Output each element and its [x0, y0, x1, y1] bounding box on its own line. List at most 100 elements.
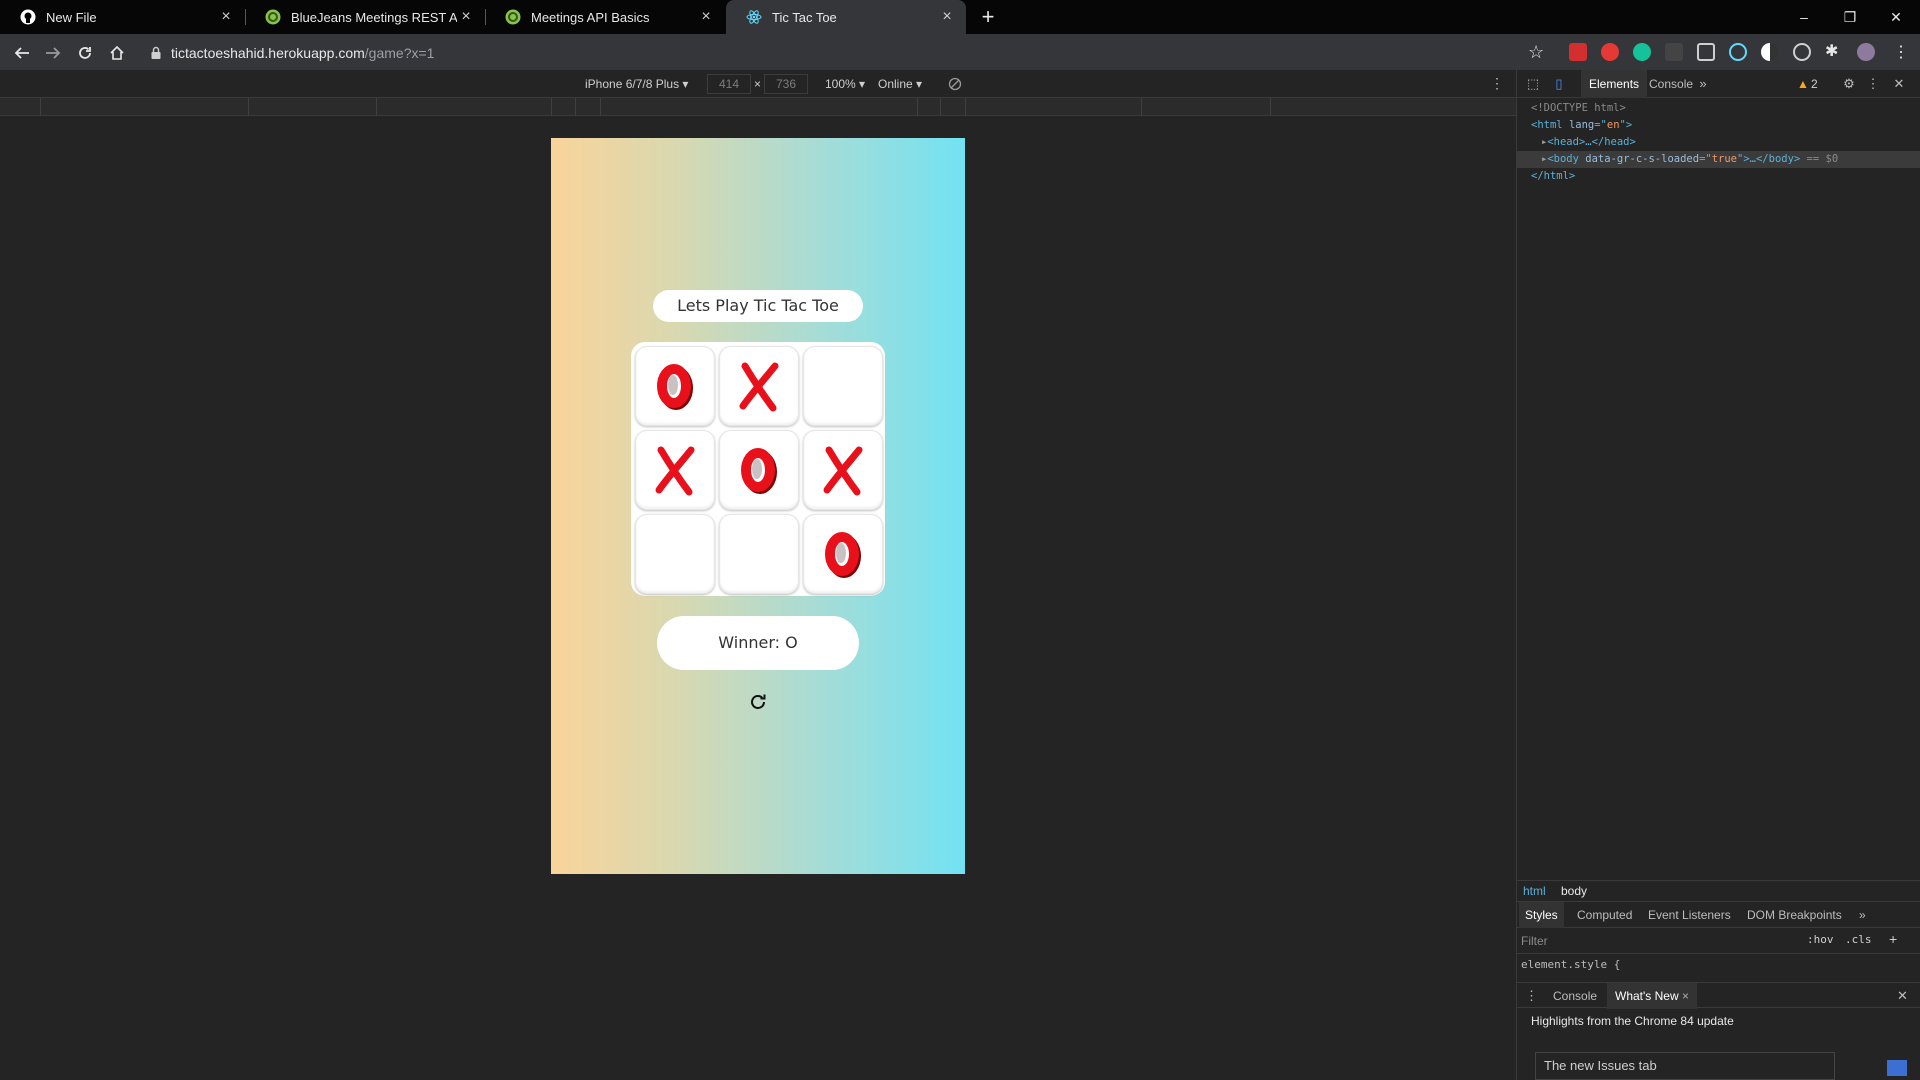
- device-height-input[interactable]: 736: [764, 74, 808, 94]
- extension-lastpass-icon[interactable]: [1569, 43, 1587, 61]
- tab-elements[interactable]: Elements: [1581, 70, 1648, 98]
- device-mode-icon[interactable]: ▯: [1551, 76, 1567, 92]
- minimize-button[interactable]: –: [1781, 0, 1827, 34]
- styles-tabbar: Styles Computed Event Listeners DOM Brea…: [1517, 902, 1920, 928]
- dom-node-html-close[interactable]: </html>: [1517, 168, 1920, 185]
- drawer-menu-icon[interactable]: ⋮: [1525, 988, 1538, 1004]
- breadcrumb-body[interactable]: body: [1561, 884, 1587, 898]
- device-width-input[interactable]: 414: [707, 74, 751, 94]
- tab-meetings-api[interactable]: Meetings API Basics ×: [485, 0, 725, 34]
- tab-new-file[interactable]: New File ×: [0, 0, 245, 34]
- drawer-tab-label: What's New: [1615, 989, 1679, 1003]
- arrow-right-icon: [46, 47, 61, 59]
- whats-new-heading: Highlights from the Chrome 84 update: [1531, 1014, 1734, 1028]
- back-button[interactable]: [10, 41, 34, 65]
- extension-record-icon[interactable]: [1601, 43, 1619, 61]
- inspect-element-icon[interactable]: ⬚: [1525, 76, 1541, 92]
- url-path: /game?x=1: [364, 44, 435, 61]
- tab-title: Meetings API Basics: [531, 9, 650, 25]
- board-cell[interactable]: [803, 430, 883, 510]
- styles-filter-row: :hov .cls +: [1517, 928, 1920, 954]
- x-mark-icon: [823, 446, 863, 496]
- home-button[interactable]: [105, 41, 129, 65]
- board-cell[interactable]: [719, 346, 799, 426]
- new-style-rule-button[interactable]: +: [1889, 931, 1897, 947]
- dom-node-head[interactable]: ▸<head>…</head>: [1517, 134, 1920, 151]
- tab-title: BlueJeans Meetings REST API's: [291, 9, 457, 25]
- extensions-puzzle-icon[interactable]: ✱: [1825, 41, 1838, 61]
- lock-icon: [151, 46, 161, 59]
- tab-close-button[interactable]: ×: [697, 8, 715, 26]
- drawer-tab-whats-new[interactable]: What's New ×: [1607, 983, 1697, 1009]
- avatar[interactable]: [1857, 43, 1875, 61]
- o-mark-icon: [741, 448, 777, 494]
- cls-toggle[interactable]: .cls: [1845, 933, 1872, 946]
- board-cell[interactable]: [635, 430, 715, 510]
- element-style-rule[interactable]: element.style {: [1521, 958, 1620, 971]
- devtools-menu-icon[interactable]: ⋮: [1865, 76, 1881, 92]
- extension-grammarly-icon[interactable]: [1633, 43, 1651, 61]
- board-cell[interactable]: [635, 514, 715, 594]
- extension-react-devtools-icon[interactable]: [1729, 43, 1747, 61]
- styles-filter-input[interactable]: [1521, 931, 1801, 951]
- extension-target-icon[interactable]: [1793, 43, 1811, 61]
- tab-close-button[interactable]: ×: [457, 8, 475, 26]
- close-window-button[interactable]: ✕: [1873, 0, 1919, 34]
- o-mark-icon: [657, 364, 693, 410]
- breadcrumb-html[interactable]: html: [1523, 884, 1546, 898]
- board-cell[interactable]: [635, 346, 715, 426]
- devtools-panel: ⬚ ▯ Elements Console » ▲ 2 ⚙ ⋮ ✕ <!DOCTY…: [1516, 70, 1920, 1080]
- reload-button[interactable]: [73, 41, 97, 65]
- more-style-tabs-icon[interactable]: »: [1853, 902, 1872, 928]
- dom-node-doctype[interactable]: <!DOCTYPE html>: [1517, 100, 1920, 117]
- new-tab-button[interactable]: +: [975, 4, 1001, 30]
- reload-icon: [79, 47, 91, 59]
- rotate-icon[interactable]: [948, 77, 962, 91]
- warning-icon[interactable]: ▲: [1797, 77, 1809, 91]
- tab-close-button[interactable]: ×: [938, 8, 956, 26]
- hov-toggle[interactable]: :hov: [1807, 933, 1834, 946]
- tab-event-listeners[interactable]: Event Listeners: [1642, 902, 1737, 928]
- close-devtools-icon[interactable]: ✕: [1891, 76, 1907, 92]
- bookmark-star-icon[interactable]: ☆: [1528, 42, 1544, 63]
- card-thumbnail: [1887, 1060, 1907, 1076]
- tab-title: Tic Tac Toe: [772, 9, 837, 25]
- home-icon: [110, 45, 124, 60]
- close-tab-icon[interactable]: ×: [1682, 989, 1689, 1003]
- extension-code-icon[interactable]: [1665, 43, 1683, 61]
- device-select[interactable]: iPhone 6/7/8 Plus ▾: [585, 77, 688, 91]
- tab-computed[interactable]: Computed: [1571, 902, 1638, 928]
- url-host: tictactoeshahid.herokuapp.com: [171, 44, 365, 61]
- x-mark-icon: [739, 362, 779, 412]
- dom-node-html[interactable]: <html lang="en">: [1517, 117, 1920, 134]
- tab-tic-tac-toe[interactable]: Tic Tac Toe ×: [726, 0, 966, 34]
- maximize-button[interactable]: ❐: [1827, 0, 1873, 34]
- tab-dom-breakpoints[interactable]: DOM Breakpoints: [1741, 902, 1848, 928]
- restart-icon[interactable]: [747, 691, 769, 713]
- zoom-select[interactable]: 100% ▾: [825, 77, 865, 91]
- tab-console[interactable]: Console: [1641, 70, 1701, 98]
- whats-new-card[interactable]: The new Issues tab: [1535, 1052, 1835, 1080]
- forward-button[interactable]: [41, 41, 65, 65]
- page-title: Lets Play Tic Tac Toe: [653, 290, 863, 322]
- board-cell[interactable]: [803, 346, 883, 426]
- drawer-tab-console[interactable]: Console: [1545, 983, 1605, 1009]
- more-tabs-icon[interactable]: »: [1695, 76, 1711, 92]
- board-cell[interactable]: [719, 430, 799, 510]
- tab-close-button[interactable]: ×: [217, 8, 235, 26]
- settings-gear-icon[interactable]: ⚙: [1841, 76, 1857, 92]
- chrome-menu-icon[interactable]: ⋮: [1893, 42, 1909, 62]
- device-toolbar-menu-icon[interactable]: ⋮: [1490, 75, 1504, 92]
- tab-bluejeans-rest[interactable]: BlueJeans Meetings REST API's ×: [245, 0, 485, 34]
- close-drawer-icon[interactable]: ✕: [1897, 988, 1908, 1004]
- address-bar[interactable]: tictactoeshahid.herokuapp.com/game?x=1: [139, 39, 1529, 66]
- network-throttle-select[interactable]: Online ▾: [878, 77, 922, 91]
- game-board: [631, 342, 885, 596]
- dom-node-body[interactable]: ▸<body data-gr-c-s-loaded="true">…</body…: [1517, 151, 1920, 168]
- extension-pocket-icon[interactable]: [1697, 43, 1715, 61]
- tab-styles[interactable]: Styles: [1519, 902, 1564, 928]
- board-cell[interactable]: [803, 514, 883, 594]
- breadcrumb: html body: [1517, 880, 1920, 902]
- extension-darkreader-icon[interactable]: [1761, 43, 1779, 61]
- board-cell[interactable]: [719, 514, 799, 594]
